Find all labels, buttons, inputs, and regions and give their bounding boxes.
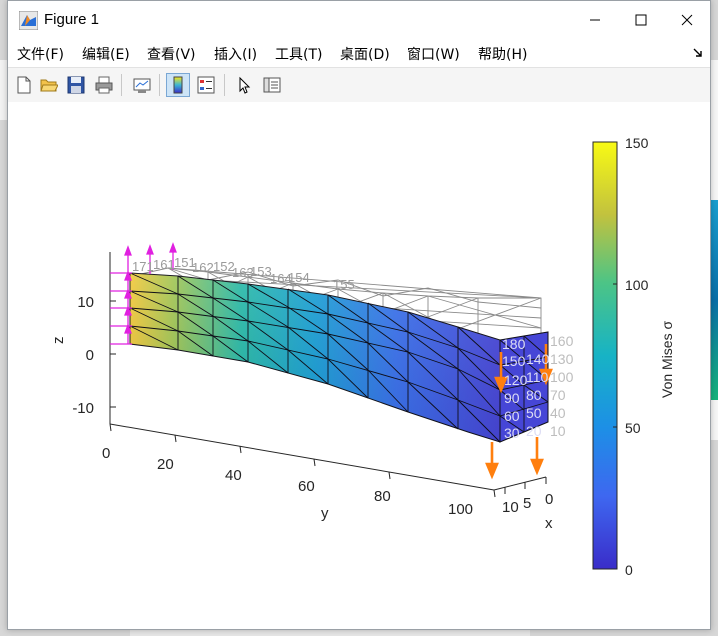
link-plot-button[interactable]	[130, 73, 154, 97]
colorbar-label: Von Mises σ	[659, 321, 675, 398]
menu-edit[interactable]: 编辑(E)	[82, 44, 130, 64]
node-label: 50	[526, 405, 542, 421]
node-label: 154	[288, 270, 310, 285]
x-tick-label: 0	[545, 491, 553, 508]
toolbar-separator	[121, 74, 122, 96]
matlab-figure-icon	[19, 11, 38, 30]
open-file-button[interactable]	[37, 73, 61, 97]
node-label: 60	[504, 408, 520, 424]
end-labels-right: 160 130 100 70 40 10	[550, 333, 574, 439]
node-label: 171	[132, 259, 154, 274]
menu-window[interactable]: 窗口(W)	[407, 44, 460, 64]
x-axis-label: x	[545, 515, 553, 532]
y-tick-label: 20	[157, 456, 174, 473]
z-tick-label: 10	[77, 294, 94, 311]
colorbar[interactable]	[592, 141, 618, 570]
toolbar-separator	[159, 74, 160, 96]
minimize-icon	[590, 19, 600, 21]
y-tick-label: 0	[102, 445, 110, 462]
toolbar-separator	[224, 74, 225, 96]
node-label: 20	[526, 423, 542, 439]
node-label: 130	[550, 351, 574, 367]
z-axis-label: z	[50, 337, 67, 345]
colorbar-icon	[173, 76, 183, 94]
figure-window: Figure 1 文件(F) 编辑(E) 查看(V) 插入(I) 工具(T) 桌…	[7, 0, 711, 630]
z-axis-ticks	[110, 300, 116, 408]
title-bar[interactable]: Figure 1	[8, 1, 710, 39]
node-label: 140	[526, 351, 550, 367]
menu-file[interactable]: 文件(F)	[17, 44, 64, 64]
minimize-button[interactable]	[572, 1, 618, 39]
node-label: 160	[550, 333, 574, 349]
node-label: 90	[504, 390, 520, 406]
node-label: 100	[550, 369, 574, 385]
menu-view[interactable]: 查看(V)	[147, 44, 196, 64]
node-label: 10	[550, 423, 566, 439]
node-label: 180	[502, 336, 526, 352]
colorbar-tick-label: 50	[625, 420, 641, 436]
plot-axes[interactable]: 10 0 -10 z 0 20 40 60 80 100 y 10 5 0 x	[8, 102, 710, 629]
colorbar-tick-label: 150	[625, 135, 649, 151]
z-tick-label: 0	[86, 347, 94, 364]
maximize-button[interactable]	[618, 1, 664, 39]
y-axis-label: y	[321, 505, 329, 522]
pointer-arrow-icon	[239, 76, 251, 94]
node-label: 30	[504, 425, 520, 441]
window-title: Figure 1	[44, 11, 100, 28]
y-tick-label: 60	[298, 478, 315, 495]
dock-arrow-icon[interactable]	[692, 47, 704, 59]
save-figure-button[interactable]	[64, 73, 88, 97]
x-tick-label: 10	[502, 499, 519, 516]
node-label: 153	[250, 264, 272, 279]
new-document-icon	[17, 76, 31, 94]
maximize-icon	[635, 14, 647, 26]
menu-desktop[interactable]: 桌面(D)	[340, 44, 390, 64]
new-figure-button[interactable]	[12, 73, 36, 97]
edit-plot-button[interactable]	[232, 73, 256, 97]
y-tick-label: 100	[448, 501, 473, 518]
x-tick-label: 5	[523, 495, 531, 512]
colorbar-tick-label: 0	[625, 562, 633, 578]
node-label: 70	[550, 387, 566, 403]
node-label: 110	[526, 369, 549, 385]
menu-help[interactable]: 帮助(H)	[478, 44, 527, 64]
close-icon	[681, 14, 693, 26]
print-figure-button[interactable]	[92, 73, 116, 97]
folder-open-icon	[40, 79, 58, 92]
node-label: 155	[333, 277, 355, 292]
insert-legend-button[interactable]	[194, 73, 218, 97]
figure-toolbar	[8, 67, 710, 103]
node-label: 40	[550, 405, 566, 421]
menu-insert[interactable]: 插入(I)	[214, 44, 257, 64]
property-inspector-icon	[263, 77, 281, 93]
close-button[interactable]	[664, 1, 710, 39]
y-tick-label: 80	[374, 488, 391, 505]
background-window-fragment	[0, 60, 7, 120]
link-plot-icon	[133, 78, 151, 93]
node-label: 150	[502, 353, 526, 369]
y-tick-label: 40	[225, 467, 242, 484]
colorbar-tick-label: 100	[625, 277, 649, 293]
insert-colorbar-button[interactable]	[166, 73, 190, 97]
node-label: 161	[153, 257, 175, 272]
node-label: 120	[504, 372, 528, 388]
menu-bar: 文件(F) 编辑(E) 查看(V) 插入(I) 工具(T) 桌面(D) 窗口(W…	[8, 41, 710, 65]
node-label: 162	[192, 260, 214, 275]
printer-icon	[95, 76, 113, 94]
menu-tools[interactable]: 工具(T)	[275, 44, 322, 64]
property-inspector-button[interactable]	[260, 73, 284, 97]
legend-icon	[197, 76, 215, 94]
z-tick-label: -10	[72, 400, 94, 417]
floppy-disk-icon	[67, 76, 85, 94]
figure-canvas[interactable]: 10 0 -10 z 0 20 40 60 80 100 y 10 5 0 x	[8, 102, 710, 629]
node-label: 80	[526, 387, 542, 403]
